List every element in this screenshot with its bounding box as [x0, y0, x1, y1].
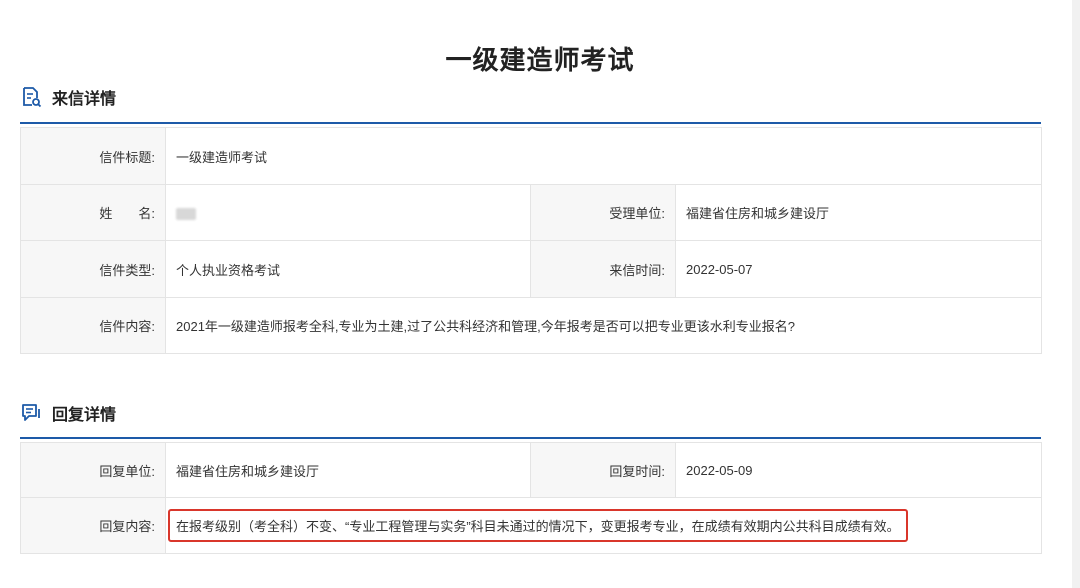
table-row: 信件内容: 2021年一级建造师报考全科,专业为土建,过了公共科经济和管理,今年… — [20, 297, 1043, 354]
time-value: 2022-05-07 — [674, 240, 1043, 298]
time-label: 来信时间: — [530, 240, 676, 298]
reply-content-cell: 在报考级别（考全科）不变、“专业工程管理与实务”科目未通过的情况下，变更报考专业… — [165, 497, 1042, 554]
vertical-scrollbar[interactable] — [1072, 0, 1080, 588]
table-row: 姓 名: 受理单位: 福建省住房和城乡建设厅 — [20, 184, 1043, 241]
reply-details-table: 回复单位: 福建省住房和城乡建设厅 回复时间: 2022-05-09 回复内容:… — [20, 442, 1042, 554]
content-label: 信件内容: — [20, 297, 166, 354]
reply-unit-value: 福建省住房和城乡建设厅 — [165, 442, 531, 498]
document-search-icon — [20, 86, 42, 108]
reply-time-value: 2022-05-09 — [675, 442, 1042, 498]
letter-details-table: 信件标题: 一级建造师考试 姓 名: 受理单位: 福建省住房和城乡建设厅 信件类… — [20, 127, 1043, 354]
subject-label: 信件标题: — [20, 127, 166, 185]
reply-section-title: 回复详情 — [52, 407, 117, 424]
reply-content-label: 回复内容: — [20, 497, 166, 554]
chat-icon — [20, 402, 42, 424]
letter-section-divider — [20, 122, 1041, 124]
letter-section-title: 来信详情 — [52, 91, 117, 108]
type-value: 个人执业资格考试 — [165, 240, 531, 298]
table-row: 回复内容: 在报考级别（考全科）不变、“专业工程管理与实务”科目未通过的情况下，… — [20, 497, 1042, 554]
name-value-cell — [165, 184, 531, 241]
type-label: 信件类型: — [20, 240, 166, 298]
unit-value: 福建省住房和城乡建设厅 — [674, 184, 1043, 241]
page-title: 一级建造师考试 — [445, 45, 635, 75]
table-row: 回复单位: 福建省住房和城乡建设厅 回复时间: 2022-05-09 — [20, 442, 1042, 498]
reply-section-header: 回复详情 — [20, 398, 116, 428]
table-row: 信件类型: 个人执业资格考试 来信时间: 2022-05-07 — [20, 240, 1043, 298]
unit-label: 受理单位: — [530, 184, 676, 241]
letter-section-header: 来信详情 — [20, 82, 116, 112]
table-row: 信件标题: 一级建造师考试 — [20, 127, 1043, 185]
redacted-name — [176, 207, 196, 220]
reply-unit-label: 回复单位: — [20, 442, 166, 498]
content-value: 2021年一级建造师报考全科,专业为土建,过了公共科经济和管理,今年报考是否可以… — [164, 297, 1043, 354]
reply-content-highlight: 在报考级别（考全科）不变、“专业工程管理与实务”科目未通过的情况下，变更报考专业… — [168, 509, 908, 542]
reply-section-divider — [20, 437, 1041, 439]
reply-time-label: 回复时间: — [530, 442, 676, 498]
name-label: 姓 名: — [20, 184, 166, 241]
subject-value: 一级建造师考试 — [164, 127, 1043, 185]
